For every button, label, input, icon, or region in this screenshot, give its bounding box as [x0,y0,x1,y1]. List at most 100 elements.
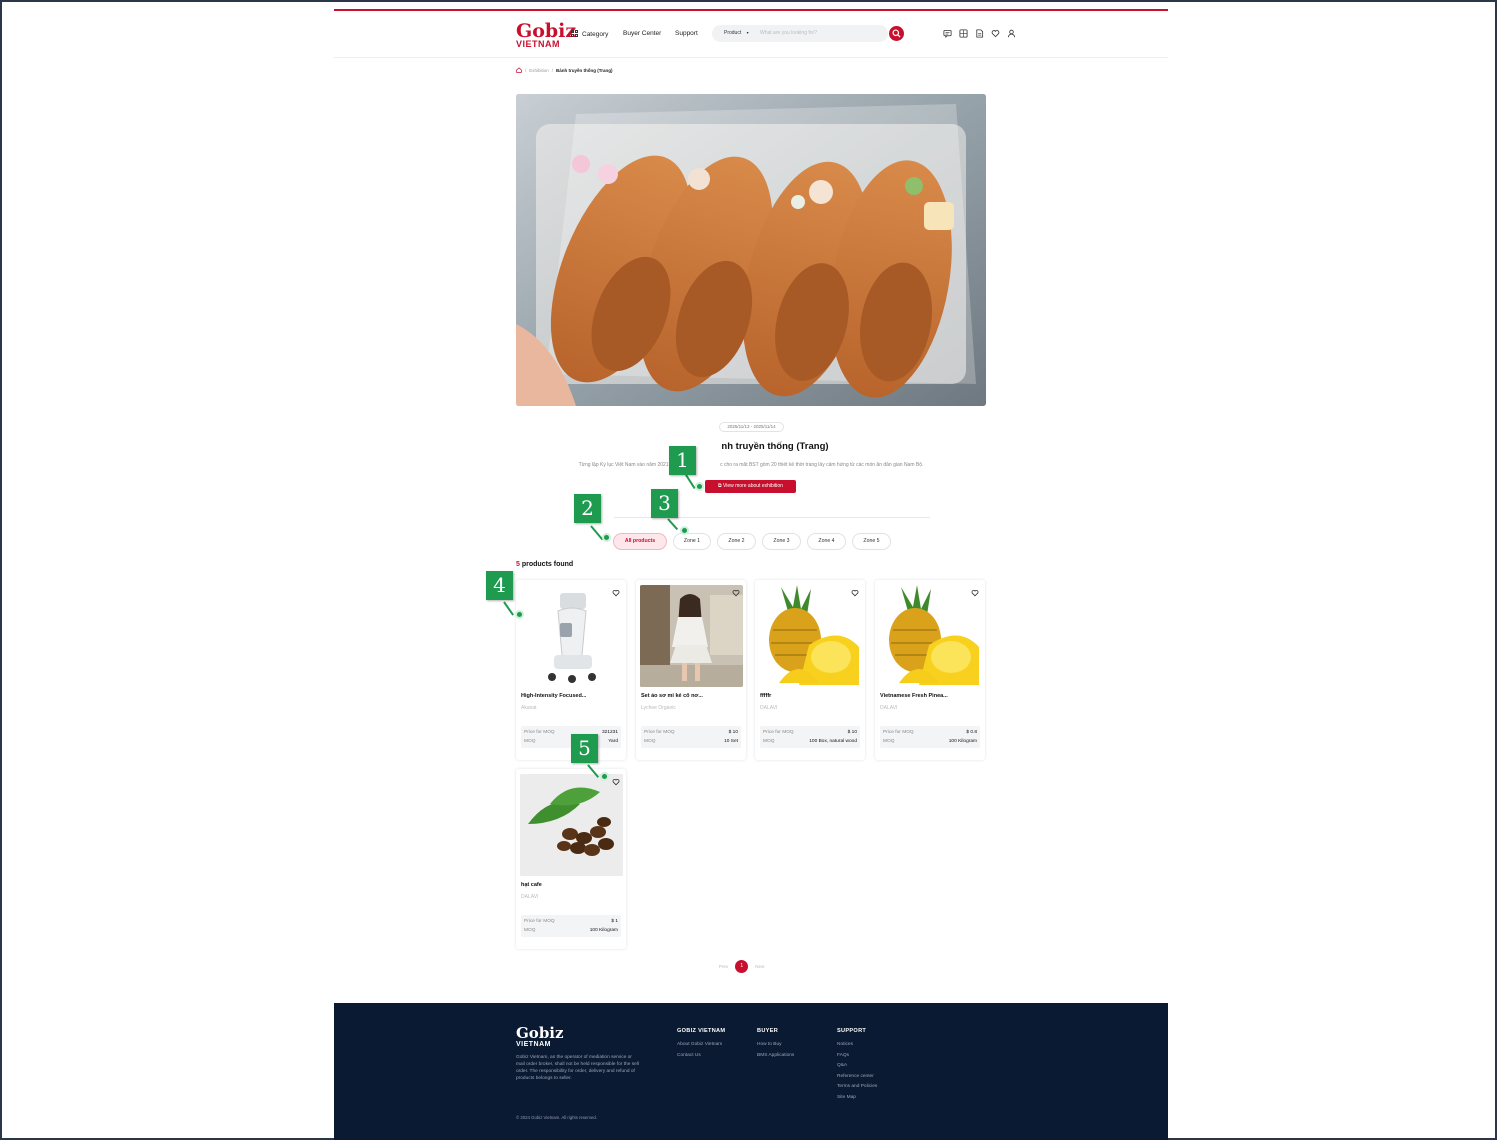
product-image [640,585,743,687]
message-icon[interactable] [943,29,952,38]
zone-tabs: All products Zone 1 Zone 2 Zone 3 Zone 4… [613,533,891,550]
price-box: Price for MOQ $ 10 MOQ 100 Box, natural wo… [760,726,860,748]
wishlist-heart-icon[interactable] [612,778,620,786]
exhibition-title: nh truyền thống (Trang) [516,441,986,452]
marker-4: 4 [486,571,513,600]
product-image [879,585,982,687]
moq-label: MOQ [524,739,536,744]
moq-label: MOQ [644,739,656,744]
tab-zone-3[interactable]: Zone 3 [762,533,801,550]
moq-value: 100 Kilogram [589,928,618,933]
header-icons [943,29,1016,38]
footer-link-contact[interactable]: Contact Us [677,1053,725,1058]
price-value: $ 10 [728,730,738,735]
search-bar: Product ▾ What are you looking for? [712,25,888,42]
product-seller[interactable]: DALAVI [760,705,777,711]
tab-zone-5[interactable]: Zone 5 [852,533,891,550]
site-logo[interactable]: Gobiz VIETNAM [516,22,576,49]
tab-zone-2[interactable]: Zone 2 [717,533,756,550]
price-label: Price for MOQ [524,730,555,735]
moq-label: MOQ [763,739,775,744]
footer-link-about[interactable]: About Gobiz Vietnam [677,1042,725,1047]
footer-link-qa[interactable]: Q&A [837,1063,877,1068]
footer-link-how-to-buy[interactable]: How to Buy [757,1042,794,1047]
price-box: Price for MOQ $ 10 MOQ 10 Set [641,726,741,748]
home-icon[interactable] [516,67,522,73]
wishlist-heart-icon[interactable] [612,589,620,597]
results-count-number: 5 [516,561,520,568]
search-button[interactable] [889,26,904,41]
footer-disclaimer: Gobiz Vietnam, as the operator of mediat… [516,1055,639,1081]
product-card[interactable]: Vietnamese Fresh Pinea... DALAVI Price f… [875,580,985,760]
heart-icon[interactable] [991,29,1000,38]
footer-link-notices[interactable]: Notices [837,1042,877,1047]
view-more-exhibition-button[interactable]: ⧉ View more about exhibition [705,480,796,493]
tab-all-products[interactable]: All products [613,533,667,550]
price-label: Price for MOQ [763,730,794,735]
footer-column-heading: GOBIZ VIETNAM [677,1028,726,1034]
grid-icon [571,30,579,38]
exhibition-description: Từng lập Kỷ lục Việt Nam vào năm 2021, N… [516,462,986,468]
breadcrumb-separator: / [551,67,554,73]
wishlist-heart-icon[interactable] [971,589,979,597]
wishlist-heart-icon[interactable] [732,589,740,597]
document-icon[interactable] [975,29,984,38]
footer-link-sitemap[interactable]: Site Map [837,1095,877,1100]
footer-copyright: © 2024 Gobiz Vietnam. All rights reserve… [516,1115,597,1120]
moq-value: 10 Set [724,739,738,744]
product-name[interactable]: Vietnamese Fresh Pinea... [880,693,980,699]
pagination-page-current[interactable]: 1 [735,960,749,973]
breadcrumb: / Exhibition / Bánh truyền thống (Trang) [516,67,613,73]
site-footer: Gobiz VIETNAM Gobiz Vietnam, as the oper… [334,1003,1168,1140]
product-image [520,585,623,687]
tab-zone-4[interactable]: Zone 4 [807,533,846,550]
breadcrumb-current: Bánh truyền thống (Trang) [556,67,613,73]
product-seller[interactable]: DALAVI [521,894,538,900]
breadcrumb-separator: / [525,67,527,73]
moq-label: MOQ [524,928,536,933]
footer-link-bms[interactable]: BMS Applications [757,1053,794,1058]
footer-link-reference-center[interactable]: Reference center [837,1074,877,1079]
pagination-next[interactable]: Next [755,964,764,969]
view-more-label: View more about exhibition [723,483,783,489]
footer-column-support: SUPPORT Notices FAQs Q&A Reference cente… [837,1028,877,1105]
footer-column-heading: BUYER [757,1028,779,1034]
top-accent-line [334,9,1168,11]
nav-category[interactable]: Category [571,30,608,38]
pagination: Prev 1 Next [719,960,765,973]
product-card[interactable]: High-Intensity Focused... Akanat Price f… [516,580,626,760]
price-value: $ 10 [847,730,857,735]
price-value: 321231 [601,730,618,735]
pagination-prev[interactable]: Prev [719,964,728,969]
gallery-icon[interactable] [959,29,968,38]
product-image [759,585,862,687]
nav-support[interactable]: Support [675,30,698,37]
wishlist-heart-icon[interactable] [851,589,859,597]
price-label: Price for MOQ [883,730,914,735]
search-category-label: Product [724,30,742,36]
footer-column-gobiz: GOBIZ VIETNAM About Gobiz Vietnam Contac… [677,1028,725,1063]
product-name[interactable]: High-Intensity Focused... [521,693,621,699]
tab-zone-1[interactable]: Zone 1 [673,533,711,550]
moq-value: 100 Box, natural wood [809,739,857,744]
product-seller[interactable]: Lychee Organic [641,705,676,711]
product-card[interactable]: fffffr DALAVI Price for MOQ $ 10 MOQ 100 B… [755,580,865,760]
search-category-select[interactable]: Product ▾ [724,30,749,36]
product-card[interactable]: Set áo sơ mi kẻ cổ nơ... Lychee Organic … [636,580,746,760]
exhibition-banner-image [516,94,986,406]
product-card[interactable]: hạt cafe DALAVI Price for MOQ $ 1 MOQ 100 … [516,769,626,949]
footer-link-faqs[interactable]: FAQs [837,1053,877,1058]
nav-buyer-center[interactable]: Buyer Center [623,30,661,37]
search-icon [892,29,901,38]
breadcrumb-exhibition[interactable]: Exhibition [529,68,549,73]
product-name[interactable]: fffffr [760,693,860,699]
product-name[interactable]: hạt cafe [521,882,621,888]
footer-link-terms[interactable]: Terms and Policies [837,1084,877,1089]
product-seller[interactable]: Akanat [521,705,537,711]
product-name[interactable]: Set áo sơ mi kẻ cổ nơ... [641,693,741,699]
user-icon[interactable] [1007,29,1016,38]
search-input[interactable]: What are you looking for? [760,30,817,36]
product-seller[interactable]: DALAVI [880,705,897,711]
footer-logo[interactable]: Gobiz VIETNAM [516,1026,564,1049]
chevron-down-icon: ▾ [746,30,749,35]
